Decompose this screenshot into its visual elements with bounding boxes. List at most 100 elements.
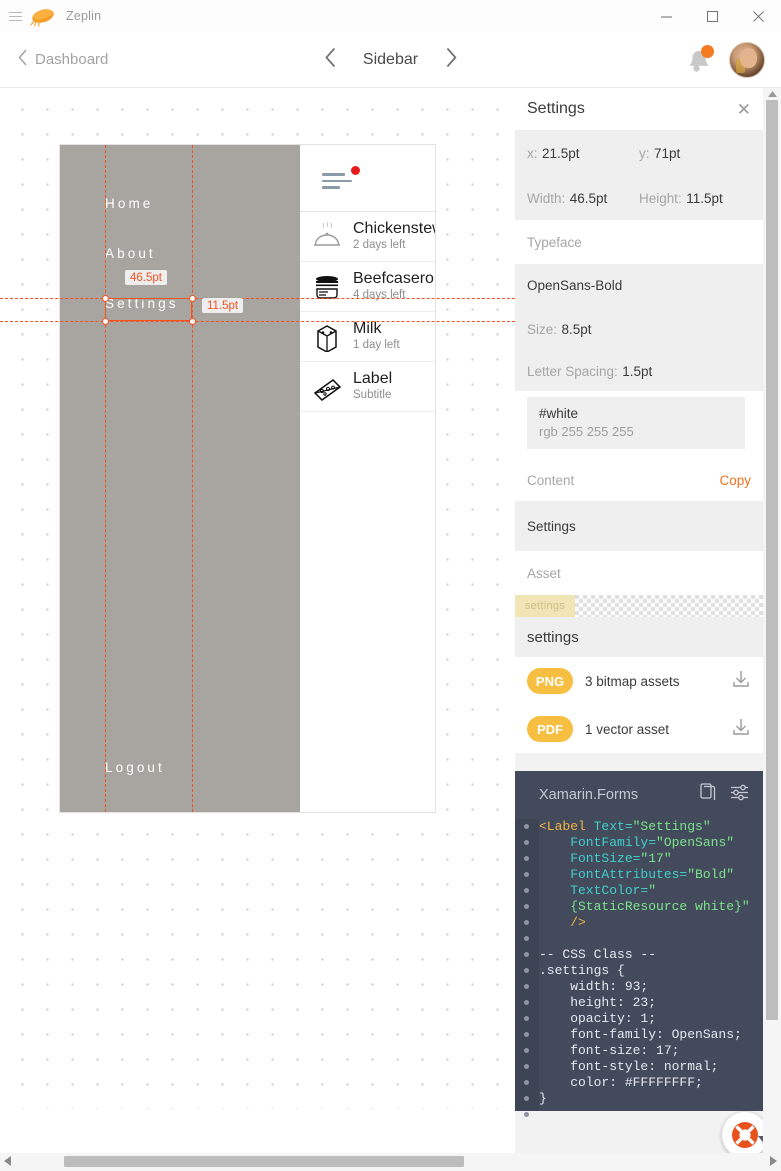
content-value: Settings (527, 518, 576, 534)
pdf-badge: PDF (527, 716, 573, 742)
code-line-marker (524, 1032, 529, 1037)
horizontal-scrollbar-thumb[interactable] (64, 1156, 464, 1167)
selection-handle[interactable] (101, 294, 109, 302)
code-line: font-family: OpenSans; (539, 1027, 742, 1042)
list-item[interactable]: Beefcaserole 4 days left (300, 262, 435, 312)
guide-vertical-left (105, 145, 106, 812)
position-y: y: 71pt (639, 145, 751, 163)
measure-badge-height: 11.5pt (202, 298, 244, 313)
title-bar: Zeplin (0, 0, 781, 32)
position-x: x: 21.5pt (527, 145, 639, 163)
minimize-button[interactable] (643, 0, 689, 32)
app-header: Dashboard Sidebar (0, 32, 781, 88)
chevron-left-icon (18, 49, 28, 70)
vertical-scrollbar[interactable] (763, 88, 781, 1153)
asset-name: settings (527, 628, 579, 646)
color-name: #white (539, 406, 579, 421)
notifications-button[interactable] (685, 44, 715, 75)
list-item-title: Chickenstew (353, 220, 435, 237)
height-label: Height: (639, 191, 682, 206)
color-swatch[interactable]: #white rgb 255 255 255 (527, 397, 745, 449)
x-label: x: (527, 146, 538, 161)
size-label: Size: (527, 321, 558, 337)
milk-carton-icon (310, 320, 344, 354)
window-menu-icon[interactable] (2, 11, 28, 21)
typeface-header-row: Typeface (515, 220, 763, 264)
maximize-button[interactable] (689, 0, 735, 32)
copy-icon[interactable] (700, 783, 717, 807)
y-label: y: (639, 146, 650, 161)
next-screen-button[interactable] (444, 47, 457, 73)
asset-export-row-pdf: PDF 1 vector asset (515, 705, 763, 753)
size-width: Width: 46.5pt (527, 190, 639, 208)
code-line-marker (524, 1112, 529, 1117)
artboard-sidebar: Home About Settings Logout (60, 145, 300, 812)
copy-content-button[interactable]: Copy (719, 473, 751, 488)
list-item-subtitle: Subtitle (353, 389, 392, 401)
artboard[interactable]: Home About Settings Logout Chickenstew 2… (0, 145, 515, 812)
selection-handle[interactable] (188, 317, 196, 325)
code-line-marker (524, 1000, 529, 1005)
code-line-marker (524, 920, 529, 925)
width-label: Width: (527, 191, 566, 206)
download-icon[interactable] (731, 717, 751, 742)
user-avatar[interactable] (729, 41, 765, 78)
sliders-icon[interactable] (730, 783, 749, 807)
code-line: } (539, 1091, 547, 1106)
content-label: Content (527, 472, 575, 488)
code-line: .settings { (539, 963, 625, 978)
selection-handle[interactable] (188, 294, 196, 302)
png-asset-count: 3 bitmap assets (585, 673, 680, 689)
code-line-marker (524, 872, 529, 877)
app-title: Zeplin (66, 9, 102, 23)
selection-box[interactable] (105, 298, 192, 321)
asset-export-row-png: PNG 3 bitmap assets (515, 657, 763, 705)
horizontal-scrollbar[interactable] (0, 1153, 781, 1171)
code-body[interactable]: <Label Text="Settings" FontFamily="OpenS… (515, 819, 763, 1123)
scroll-right-arrow-icon[interactable] (770, 1156, 777, 1168)
letter-spacing-row: Letter Spacing: 1.5pt (515, 351, 763, 391)
vertical-scrollbar-thumb[interactable] (766, 100, 778, 1020)
panel-close-button[interactable]: ✕ (737, 101, 751, 118)
artboard-list-column: Chickenstew 2 days left Beefcasero 4 day… (300, 145, 435, 812)
notification-badge-dot (701, 44, 714, 58)
content-value-row[interactable]: Settings (515, 501, 763, 551)
zeplin-logo-icon (30, 5, 56, 27)
height-value: 11.5pt (686, 191, 723, 206)
size-value: 8.5pt (561, 321, 592, 337)
breadcrumb-back[interactable]: Dashboard (18, 49, 108, 70)
color-swatch-row: #white rgb 255 255 255 (515, 391, 763, 459)
download-icon[interactable] (731, 669, 751, 694)
guide-horizontal-bottom (0, 321, 515, 322)
selection-handle[interactable] (101, 317, 109, 325)
asset-name-row: settings (515, 617, 763, 657)
list-item-title: Milk (353, 320, 382, 337)
asset-preview-strip: settings (515, 595, 763, 617)
typeface-value-row: OpenSans-Bold (515, 264, 763, 307)
list-item[interactable]: Chickenstew 2 days left (300, 212, 435, 262)
list-item-subtitle: 1 day left (353, 339, 400, 351)
design-canvas[interactable]: Home About Settings Logout Chickenstew 2… (0, 88, 515, 1109)
code-snippet-panel: Xamarin.Forms <Label Text="Settings" Fon… (515, 771, 763, 1117)
artboard-nav-home[interactable]: Home (105, 196, 153, 211)
code-platform-tab[interactable]: Xamarin.Forms (539, 787, 638, 803)
menu-lines-icon (322, 166, 360, 193)
artboard-nav-logout[interactable]: Logout (105, 760, 165, 775)
scroll-left-arrow-icon[interactable] (4, 1156, 11, 1168)
geometry-position-row: x: 21.5pt y: 71pt (515, 130, 763, 178)
scroll-up-arrow-icon[interactable] (768, 90, 777, 99)
letter-spacing-value: 1.5pt (622, 363, 653, 379)
code-line: TextColor=" (539, 883, 657, 898)
panel-header: Settings ✕ (515, 88, 763, 130)
close-button[interactable] (735, 0, 781, 32)
artboard-nav-about[interactable]: About (105, 246, 156, 261)
color-rgb: rgb 255 255 255 (539, 424, 634, 439)
code-line-marker (524, 888, 529, 893)
code-line: {StaticResource white}" (539, 899, 750, 914)
list-item[interactable]: Milk 1 day left (300, 312, 435, 362)
code-line-marker (524, 984, 529, 989)
prev-screen-button[interactable] (324, 47, 337, 73)
geometry-size-row: Width: 46.5pt Height: 11.5pt (515, 178, 763, 220)
list-item[interactable]: Label Subtitle (300, 362, 435, 412)
